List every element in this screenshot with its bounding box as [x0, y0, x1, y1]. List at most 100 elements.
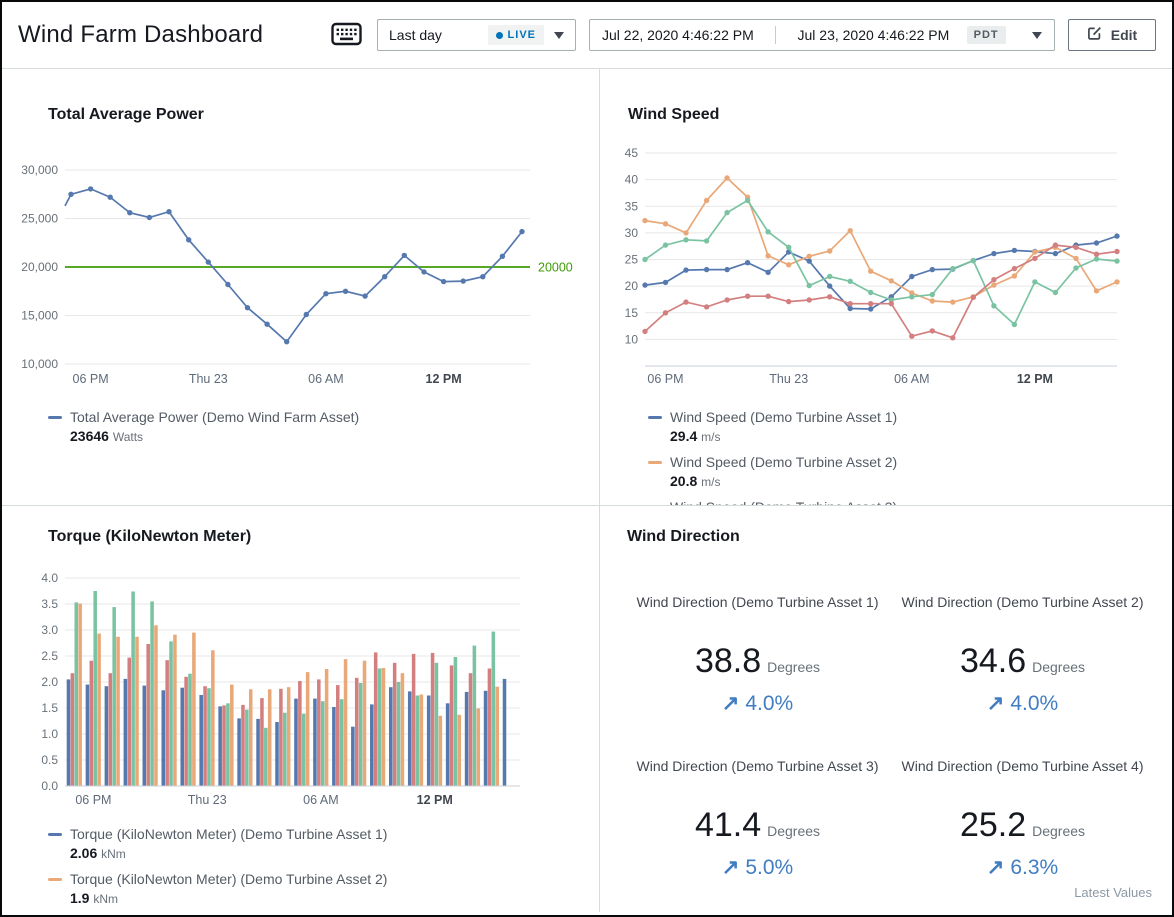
kpi-trend: 6.3%: [890, 855, 1155, 880]
live-badge: LIVE: [488, 25, 544, 45]
svg-text:10: 10: [625, 332, 639, 346]
svg-text:06 PM: 06 PM: [647, 372, 683, 386]
svg-text:45: 45: [625, 146, 639, 160]
trend-up-icon: [987, 692, 1011, 715]
kpi-unit: Degrees: [767, 659, 820, 675]
chart-legend: Torque (KiloNewton Meter) (Demo Turbine …: [48, 825, 599, 912]
keyboard-shortcuts-button[interactable]: [329, 20, 364, 51]
total-average-power-chart[interactable]: 10,00015,00020,00025,00030,0002000006 PM…: [20, 146, 599, 399]
legend-label: Total Average Power (Demo Wind Farm Asse…: [70, 408, 359, 427]
svg-text:3.0: 3.0: [41, 623, 58, 637]
kpi-name: Wind Direction (Demo Turbine Asset 3): [634, 756, 882, 798]
legend-item-clipped: Wind Speed (Demo Turbine Asset 3): [648, 498, 1172, 505]
page-title: Wind Farm Dashboard: [18, 21, 263, 49]
legend-unit: kNm: [93, 892, 118, 906]
svg-text:3.5: 3.5: [41, 597, 58, 611]
svg-text:40: 40: [625, 173, 639, 187]
series-color-dash: [48, 833, 62, 836]
legend-item: Torque (KiloNewton Meter) (Demo Turbine …: [48, 825, 599, 863]
kpi-value: 38.8: [695, 642, 761, 680]
svg-text:35: 35: [625, 199, 639, 213]
svg-text:1.0: 1.0: [41, 727, 58, 741]
trend-up-icon: [722, 692, 746, 715]
latest-values-footnote: Latest Values: [1074, 885, 1152, 900]
svg-text:12 PM: 12 PM: [426, 372, 462, 386]
kpi-value: 41.4: [695, 806, 761, 844]
panel-title: Wind Direction: [627, 527, 1172, 546]
svg-text:20: 20: [625, 279, 639, 293]
legend-unit: m/s: [701, 475, 720, 489]
legend-unit: m/s: [701, 430, 720, 444]
panel-torque: Torque (KiloNewton Meter) 0.00.51.01.52.…: [2, 505, 599, 912]
legend-value: 2.06 kNm: [70, 844, 387, 864]
trend-up-icon: [987, 856, 1011, 879]
timeframe-selected-value: Last day: [389, 27, 442, 43]
chevron-down-icon: [1032, 32, 1042, 39]
kpi-unit: Degrees: [767, 823, 820, 839]
legend-item: Wind Speed (Demo Turbine Asset 1) 29.4 m…: [648, 408, 1172, 446]
kpi-name: Wind Direction (Demo Turbine Asset 1): [634, 592, 882, 634]
svg-text:2.5: 2.5: [41, 649, 58, 663]
kpi-value: 34.6: [960, 642, 1026, 680]
kpi-trend: 4.0%: [625, 691, 890, 716]
dashboard-header: Wind Farm Dashboard: [2, 2, 1172, 69]
kpi-name: Wind Direction (Demo Turbine Asset 2): [899, 592, 1147, 634]
edit-button[interactable]: Edit: [1068, 19, 1156, 51]
svg-text:30: 30: [625, 226, 639, 240]
series-color-dash: [48, 878, 62, 881]
legend-value: 29.4 m/s: [670, 427, 897, 447]
date-range-picker[interactable]: Jul 22, 2020 4:46:22 PM Jul 23, 2020 4:4…: [589, 19, 1055, 51]
svg-text:20000: 20000: [538, 261, 573, 275]
panel-title: Torque (KiloNewton Meter): [48, 527, 599, 546]
legend-item: Torque (KiloNewton Meter) (Demo Turbine …: [48, 870, 599, 908]
svg-text:25: 25: [625, 253, 639, 267]
timezone-badge: PDT: [967, 26, 1006, 44]
svg-text:20,000: 20,000: [21, 260, 58, 274]
svg-text:15: 15: [625, 306, 639, 320]
svg-text:Thu 23: Thu 23: [189, 372, 228, 386]
svg-text:06 AM: 06 AM: [308, 372, 343, 386]
edit-icon: [1087, 26, 1102, 44]
svg-text:1.5: 1.5: [41, 701, 58, 715]
timeframe-select[interactable]: Last day LIVE: [377, 19, 576, 51]
header-controls: Last day LIVE Jul 22, 2020 4:46:22 PM Ju…: [329, 19, 1156, 51]
series-color-dash: [648, 416, 662, 419]
svg-text:15,000: 15,000: [21, 309, 58, 323]
date-range-separator: [775, 26, 776, 44]
chart-legend: Total Average Power (Demo Wind Farm Asse…: [48, 408, 599, 453]
wind-speed-chart[interactable]: 101520253035404506 PMThu 2306 AM12 PM: [617, 146, 1172, 399]
svg-text:06 PM: 06 PM: [73, 372, 109, 386]
series-color-dash: [648, 461, 662, 464]
legend-item: Wind Speed (Demo Turbine Asset 2) 20.8 m…: [648, 453, 1172, 491]
legend-item: Total Average Power (Demo Wind Farm Asse…: [48, 408, 599, 446]
svg-text:0.5: 0.5: [41, 753, 58, 767]
dashboard-grid: Total Average Power 10,00015,00020,00025…: [2, 69, 1172, 912]
svg-text:25,000: 25,000: [21, 212, 58, 226]
legend-value: 23646 Watts: [70, 427, 359, 447]
kpi-cell: Wind Direction (Demo Turbine Asset 2) 34…: [890, 592, 1155, 716]
panel-title: Wind Speed: [628, 105, 1172, 124]
kpi-grid: Wind Direction (Demo Turbine Asset 1) 38…: [625, 592, 1172, 880]
svg-text:06 AM: 06 AM: [303, 793, 338, 807]
torque-chart[interactable]: 0.00.51.01.52.02.53.03.54.006 PMThu 2306…: [20, 558, 599, 815]
kpi-name: Wind Direction (Demo Turbine Asset 4): [899, 756, 1147, 798]
svg-text:Thu 23: Thu 23: [188, 793, 227, 807]
dashboard-page: Wind Farm Dashboard: [0, 0, 1174, 917]
live-dot-icon: [496, 32, 503, 39]
svg-text:4.0: 4.0: [41, 571, 58, 585]
kpi-trend: 5.0%: [625, 855, 890, 880]
keyboard-icon: [331, 22, 362, 49]
svg-text:2.0: 2.0: [41, 675, 58, 689]
series-color-dash: [48, 416, 62, 419]
kpi-unit: Degrees: [1032, 823, 1085, 839]
legend-label: Wind Speed (Demo Turbine Asset 1): [670, 408, 897, 427]
chart-legend: Wind Speed (Demo Turbine Asset 1) 29.4 m…: [648, 408, 1172, 505]
svg-text:12 PM: 12 PM: [1017, 372, 1053, 386]
legend-label: Torque (KiloNewton Meter) (Demo Turbine …: [70, 870, 387, 889]
panel-wind-direction: Wind Direction Wind Direction (Demo Turb…: [599, 505, 1172, 912]
kpi-cell: Wind Direction (Demo Turbine Asset 1) 38…: [625, 592, 890, 716]
legend-unit: Watts: [113, 430, 143, 444]
svg-text:06 AM: 06 AM: [894, 372, 929, 386]
kpi-cell: Wind Direction (Demo Turbine Asset 4) 25…: [890, 756, 1155, 880]
panel-total-average-power: Total Average Power 10,00015,00020,00025…: [2, 69, 599, 505]
